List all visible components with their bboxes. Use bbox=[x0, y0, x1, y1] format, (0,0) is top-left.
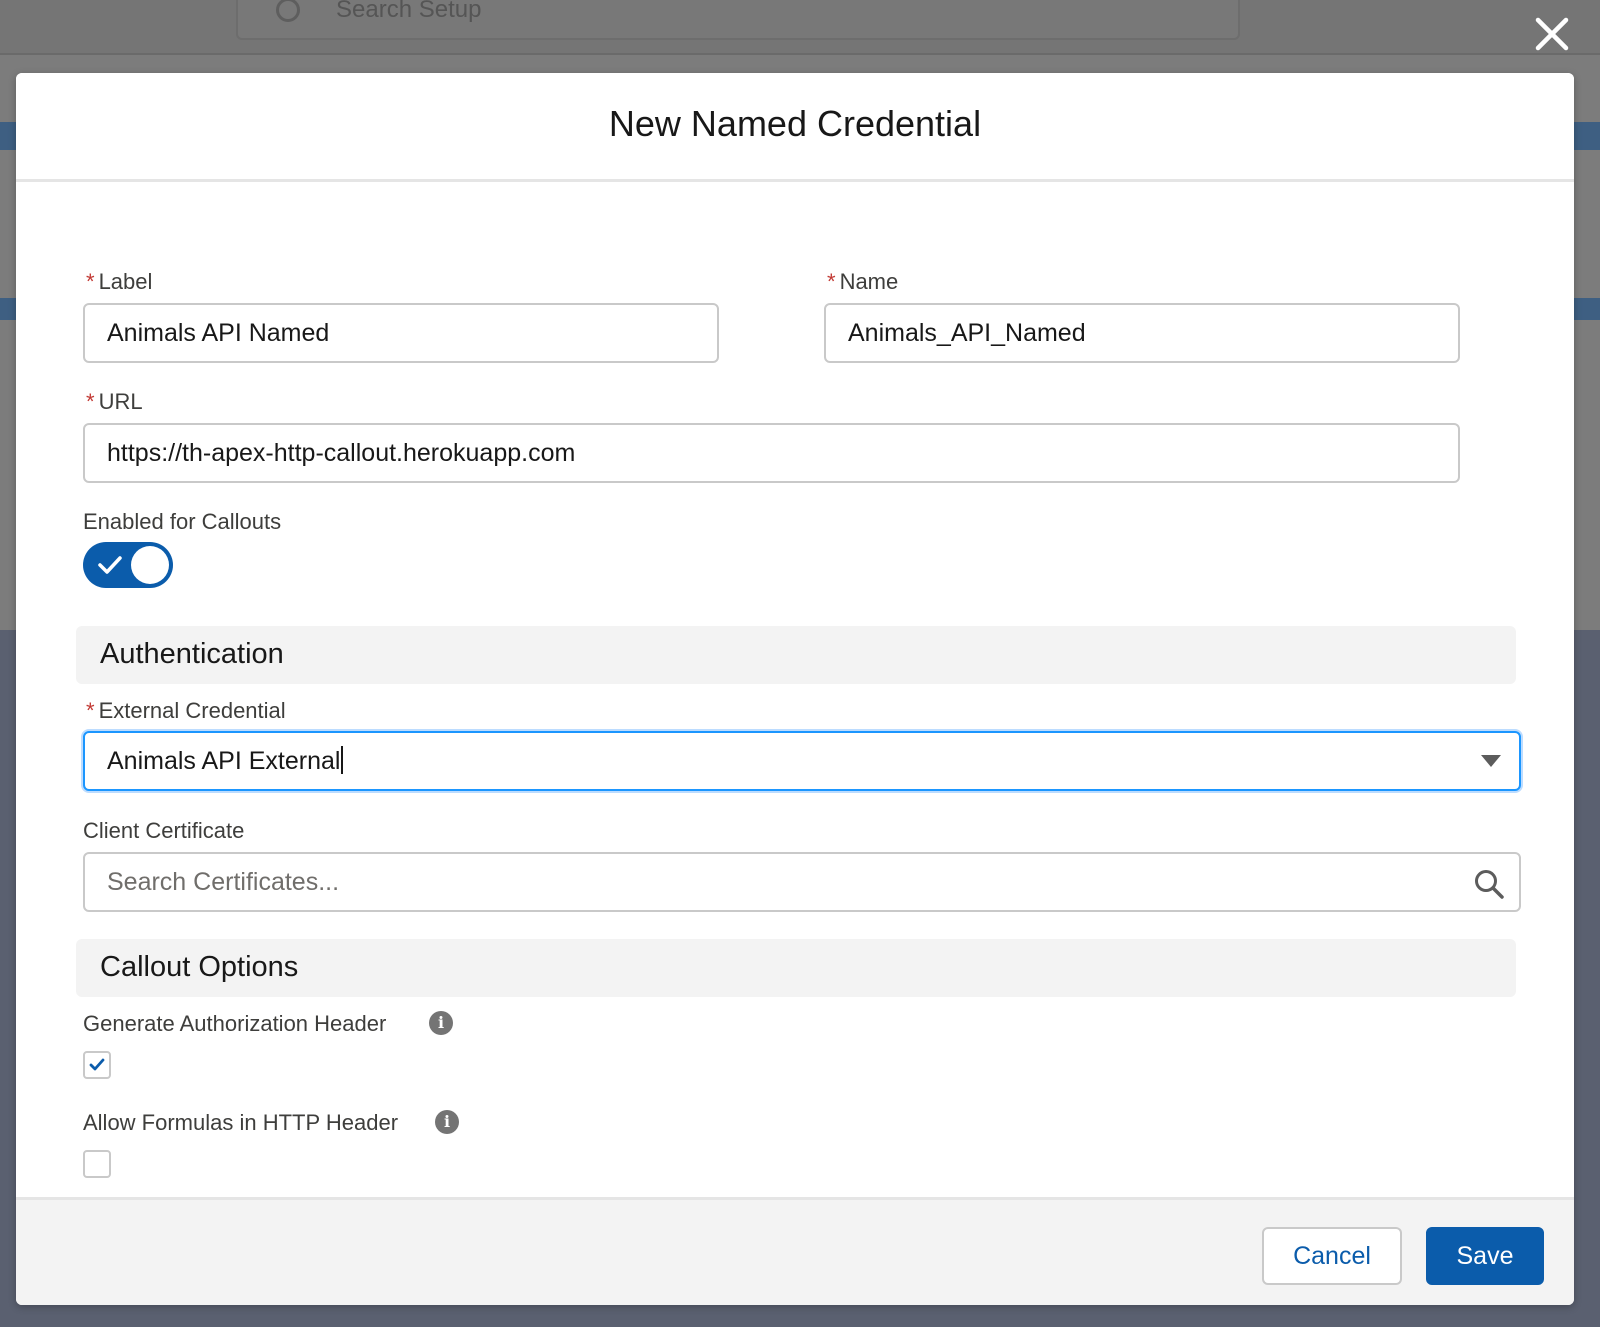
info-icon[interactable]: i bbox=[429, 1011, 453, 1035]
modal-backdrop: Search Setup New Named Credential * Label… bbox=[0, 0, 1600, 1327]
check-icon bbox=[98, 556, 122, 574]
allow-formulas-checkbox[interactable] bbox=[83, 1150, 111, 1178]
background-header: Search Setup bbox=[0, 0, 1600, 55]
cancel-button[interactable]: Cancel bbox=[1262, 1227, 1402, 1285]
callout-options-section-header: Callout Options bbox=[76, 939, 1516, 997]
external-credential-combobox[interactable]: Animals API External bbox=[83, 731, 1521, 791]
callout-options-section-title: Callout Options bbox=[100, 951, 299, 983]
background-search-box: Search Setup bbox=[236, 0, 1240, 40]
enabled-for-callouts-label: Enabled for Callouts bbox=[83, 509, 282, 534]
required-mark: * bbox=[86, 269, 95, 294]
label-field-label: * Label bbox=[86, 269, 153, 294]
authentication-section-title: Authentication bbox=[100, 638, 284, 670]
background-search-icon bbox=[276, 0, 300, 22]
background-search-placeholder: Search Setup bbox=[336, 0, 482, 23]
label-input[interactable]: Animals API Named bbox=[83, 303, 719, 363]
info-icon[interactable]: i bbox=[435, 1110, 459, 1134]
required-mark: * bbox=[827, 269, 836, 294]
allow-formulas-label: Allow Formulas in HTTP Header bbox=[83, 1110, 399, 1135]
name-field-label: * Name bbox=[827, 269, 899, 294]
toggle-knob bbox=[131, 546, 169, 584]
url-field-label: * URL bbox=[86, 389, 143, 414]
client-certificate-search-input[interactable]: Search Certificates... bbox=[83, 852, 1521, 912]
save-button[interactable]: Save bbox=[1426, 1227, 1544, 1285]
required-mark: * bbox=[86, 389, 95, 414]
text-caret bbox=[341, 746, 344, 774]
authentication-section-header: Authentication bbox=[76, 626, 1516, 684]
required-mark: * bbox=[86, 698, 95, 723]
chevron-down-icon[interactable] bbox=[1481, 755, 1501, 767]
name-input[interactable]: Animals_API_Named bbox=[824, 303, 1460, 363]
client-certificate-label: Client Certificate bbox=[83, 818, 245, 843]
modal-footer: Cancel Save bbox=[16, 1197, 1574, 1305]
external-credential-label: * External Credential bbox=[86, 698, 286, 723]
modal-header: New Named Credential bbox=[16, 73, 1574, 182]
generate-authorization-header-label: Generate Authorization Header bbox=[83, 1011, 387, 1036]
url-input[interactable]: https://th-apex-http-callout.herokuapp.c… bbox=[83, 423, 1460, 483]
check-icon bbox=[89, 1058, 105, 1071]
modal-title: New Named Credential bbox=[608, 103, 982, 144]
generate-authorization-header-checkbox[interactable] bbox=[83, 1051, 111, 1079]
new-named-credential-modal: New Named Credential * Label Animals API … bbox=[16, 73, 1574, 1305]
search-icon bbox=[1475, 870, 1504, 899]
close-icon[interactable] bbox=[1532, 14, 1572, 54]
enabled-for-callouts-toggle[interactable] bbox=[83, 542, 173, 588]
